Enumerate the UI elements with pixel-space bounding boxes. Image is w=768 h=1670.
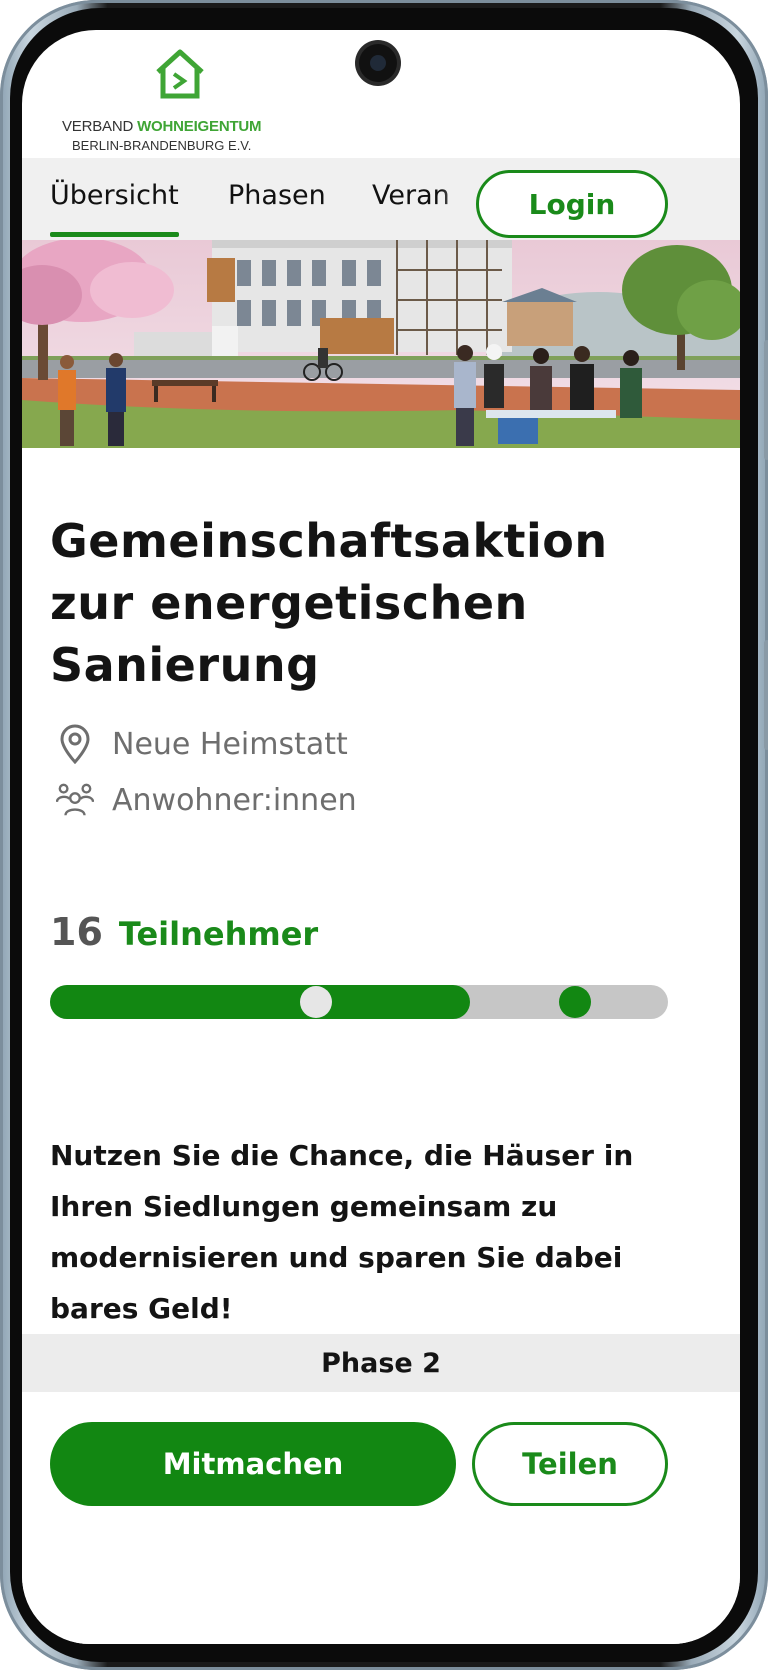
logo-text-wohneigentum: WOHNEIGENTUM xyxy=(137,118,262,135)
participants-count: 16 xyxy=(50,910,103,954)
volume-button xyxy=(764,340,768,460)
join-button[interactable]: Mitmachen xyxy=(50,1422,456,1506)
bottom-action-bar: Mitmachen Teilen xyxy=(22,1392,740,1644)
nav-fade xyxy=(440,158,476,248)
participants-counter: 16 Teilnehmer xyxy=(50,910,318,954)
logo-text-verband: VERBAND xyxy=(62,118,138,135)
milestone-marker xyxy=(559,986,591,1018)
participants-label: Teilnehmer xyxy=(118,915,319,953)
power-button xyxy=(764,640,768,750)
top-navigation: Übersicht Phasen Veran Login xyxy=(22,158,740,248)
page-title: Gemeinschaftsaktion zur energetischen Sa… xyxy=(50,514,608,692)
phone-frame: VERBAND WOHNEIGENTUM BERLIN-BRANDENBURG … xyxy=(0,0,768,1670)
app-screen: VERBAND WOHNEIGENTUM BERLIN-BRANDENBURG … xyxy=(22,30,740,1644)
people-icon xyxy=(56,780,94,820)
location-text: Neue Heimstatt xyxy=(112,726,348,762)
tab-veranstaltungen[interactable]: Veran xyxy=(372,180,450,211)
project-description: Nutzen Sie die Chance, die Häuser in Ihr… xyxy=(50,1139,634,1325)
location-row: Neue Heimstatt xyxy=(56,724,348,764)
brand-logo[interactable]: VERBAND WOHNEIGENTUM BERLIN-BRANDENBURG … xyxy=(42,48,262,158)
audience-text: Anwohner:innen xyxy=(112,782,357,818)
logo-text-line2: BERLIN-BRANDENBURG E.V. xyxy=(72,138,252,153)
phase-indicator: Phase 2 xyxy=(22,1334,740,1392)
audience-row: Anwohner:innen xyxy=(56,780,357,820)
hero-illustration xyxy=(22,240,740,448)
house-logo-icon xyxy=(156,49,204,99)
share-button[interactable]: Teilen xyxy=(472,1422,668,1506)
logo-text-line1: VERBAND WOHNEIGENTUM xyxy=(62,118,262,135)
hero-image xyxy=(22,240,740,448)
phase-progress-bar xyxy=(50,985,668,1019)
progress-fill xyxy=(50,985,470,1019)
location-pin-icon xyxy=(56,724,94,764)
login-button[interactable]: Login xyxy=(476,170,668,238)
tab-uebersicht[interactable]: Übersicht xyxy=(50,180,179,237)
front-camera xyxy=(359,44,397,82)
tab-phasen[interactable]: Phasen xyxy=(228,180,326,211)
milestone-marker xyxy=(300,986,332,1018)
